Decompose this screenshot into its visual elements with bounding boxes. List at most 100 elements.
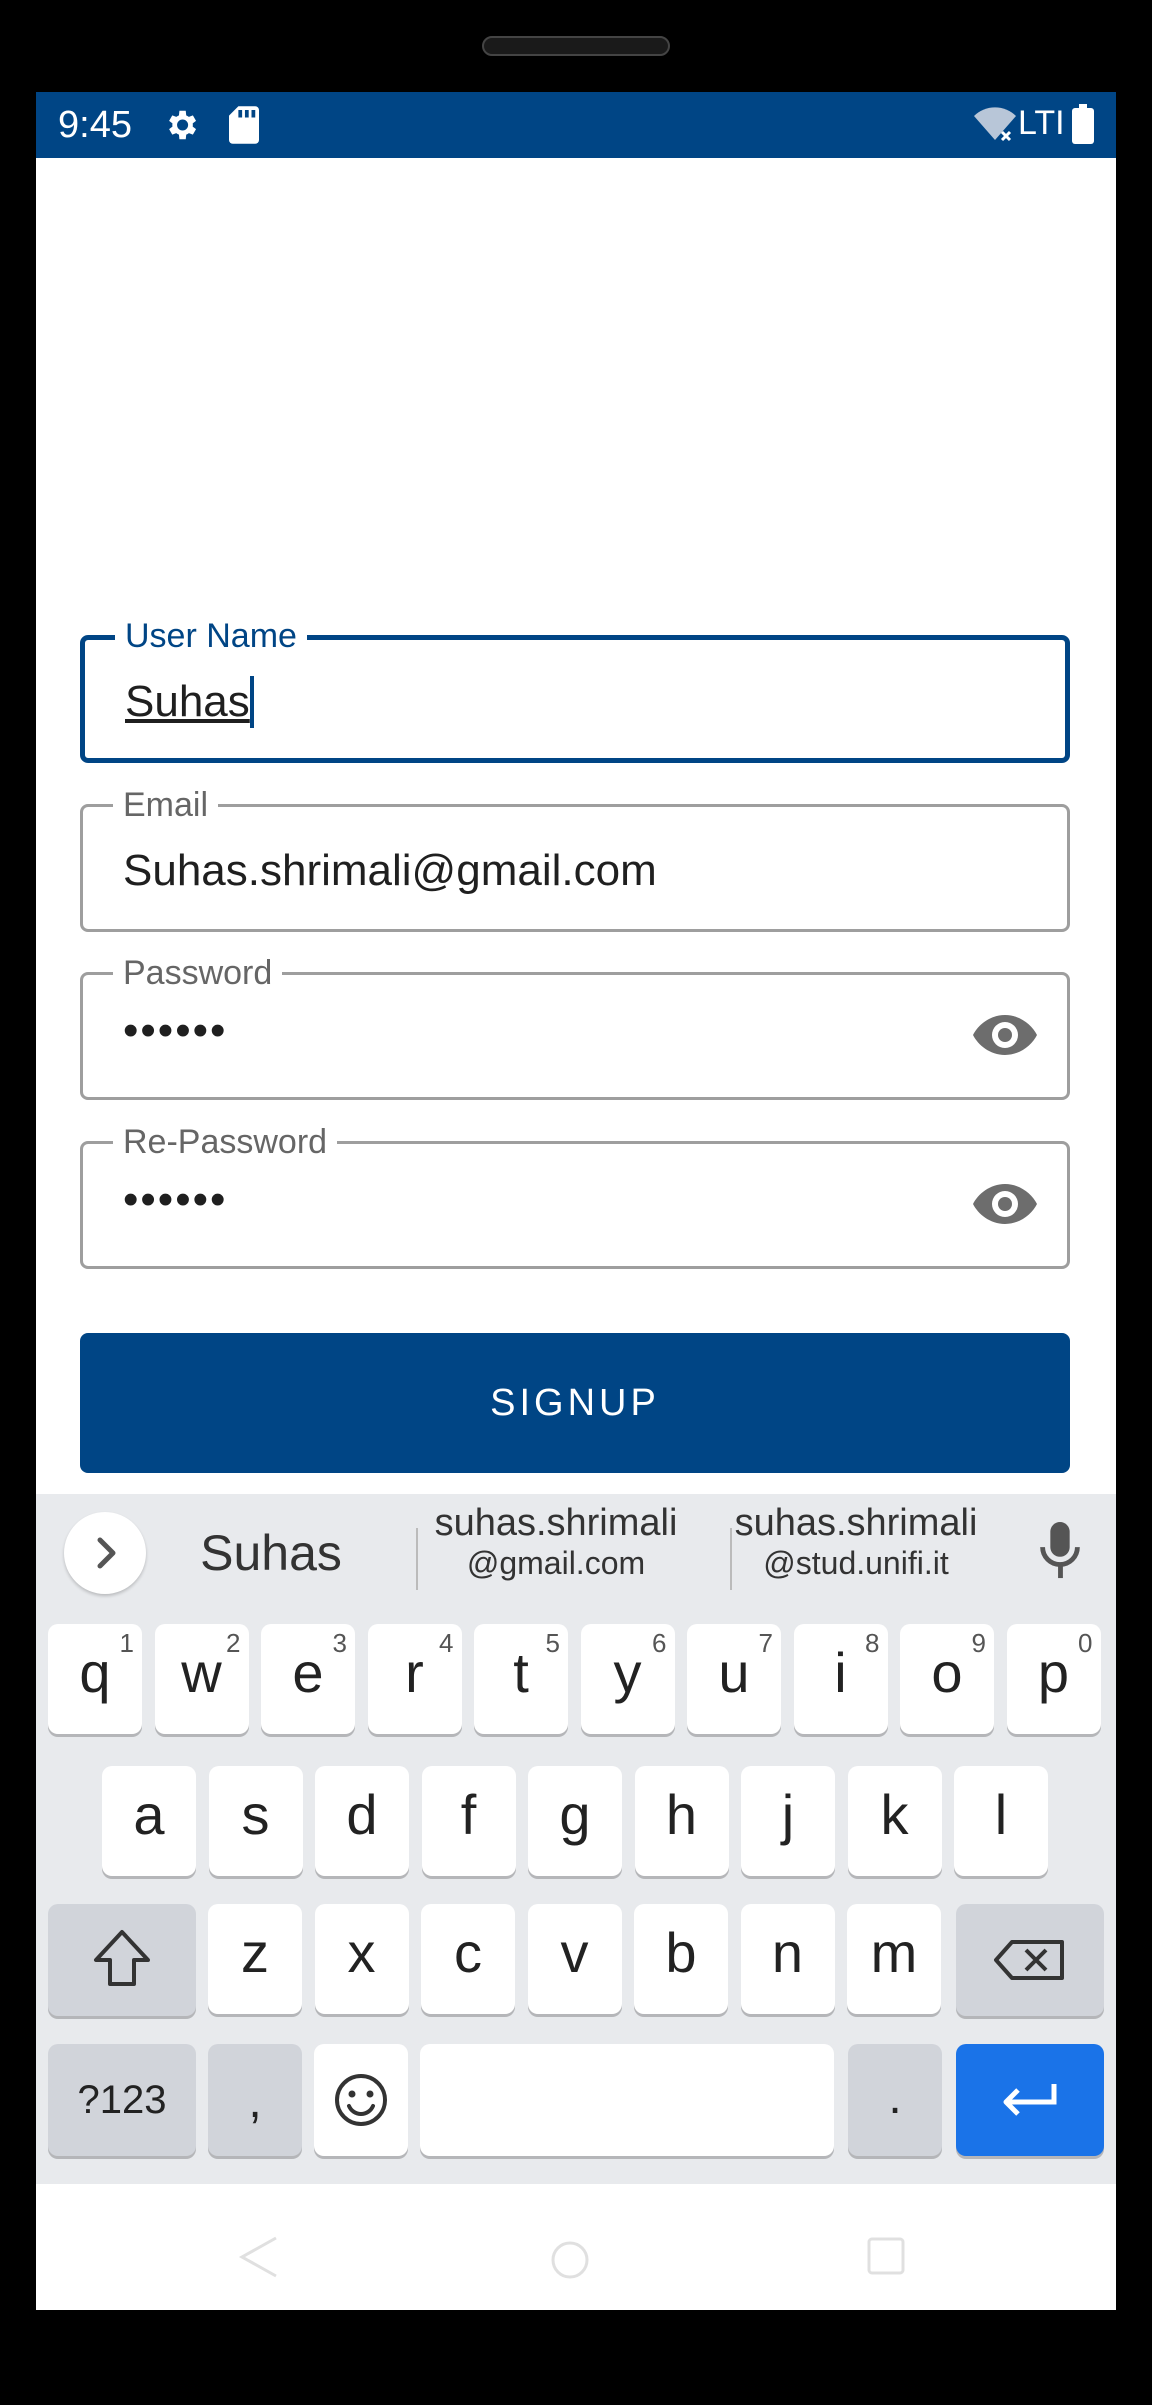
repassword-label: Re-Password [113, 1122, 338, 1162]
microphone-icon[interactable] [1036, 1522, 1084, 1580]
key-char: v [560, 1921, 589, 1984]
earpiece-speaker [482, 36, 670, 56]
email-field[interactable]: Email Suhas.shrimali@gmail.com [80, 785, 1070, 932]
key-char: a [133, 1783, 165, 1846]
key-g[interactable]: g [528, 1766, 622, 1876]
eye-icon[interactable] [973, 1180, 1037, 1228]
key-char: k [880, 1783, 909, 1846]
key-char: x [347, 1921, 376, 1984]
key-t[interactable]: t5 [474, 1624, 568, 1734]
battery-icon [1072, 104, 1094, 144]
key-hint: 8 [865, 1628, 880, 1658]
comma-key[interactable]: , [208, 2044, 302, 2156]
password-field[interactable]: Password •••••• [80, 953, 1070, 1100]
space-key[interactable] [420, 2044, 834, 2156]
home-icon[interactable] [550, 2240, 590, 2280]
key-q[interactable]: q1 [48, 1624, 142, 1734]
key-hint: 7 [758, 1628, 773, 1658]
period-label: . [888, 2071, 902, 2124]
suggestion-expand-button[interactable] [64, 1512, 146, 1594]
recent-apps-icon[interactable] [866, 2236, 906, 2276]
key-hint: 6 [652, 1628, 667, 1658]
enter-key[interactable] [956, 2044, 1104, 2156]
key-hint: 3 [332, 1628, 347, 1658]
key-char: b [665, 1921, 697, 1984]
key-k[interactable]: k [847, 1766, 942, 1876]
navigation-bar [36, 2184, 1116, 2310]
key-a[interactable]: a [102, 1766, 196, 1876]
username-label: User Name [115, 616, 307, 656]
key-char: z [241, 1921, 269, 1984]
key-char: d [346, 1783, 378, 1846]
username-input[interactable]: Suhas [125, 676, 254, 728]
key-z[interactable]: z [208, 1904, 302, 2014]
suggestion-2[interactable]: suhas.shrimali @gmail.com [416, 1502, 696, 1582]
network-label: LTI [1018, 104, 1065, 142]
enter-icon [1003, 2084, 1057, 2116]
backspace-key[interactable] [956, 1904, 1104, 2016]
status-time: 9:45 [58, 104, 132, 146]
key-i[interactable]: i8 [793, 1624, 888, 1734]
key-hint: 4 [439, 1628, 454, 1658]
email-value[interactable]: Suhas.shrimali@gmail.com [123, 845, 657, 897]
backspace-icon [994, 1940, 1064, 1980]
key-hint: 5 [545, 1628, 560, 1658]
suggestion-1[interactable]: Suhas [166, 1524, 376, 1582]
key-v[interactable]: v [527, 1904, 622, 2014]
screen: 9:45 LTI User Name Suhas Email Suhas.shr… [36, 92, 1116, 2310]
emoji-icon [335, 2074, 387, 2126]
key-r[interactable]: r4 [367, 1624, 462, 1734]
email-label: Email [113, 785, 219, 825]
suggestion-2-domain: @gmail.com [466, 1545, 646, 1581]
key-j[interactable]: j [741, 1766, 835, 1876]
key-char: g [559, 1783, 591, 1846]
symbols-key[interactable]: ?123 [48, 2044, 196, 2156]
symbols-label: ?123 [77, 2078, 167, 2122]
suggestion-3[interactable]: suhas.shrimali @stud.unifi.it [716, 1502, 996, 1582]
key-u[interactable]: u7 [687, 1624, 781, 1734]
key-l[interactable]: l [954, 1766, 1048, 1876]
key-p[interactable]: p0 [1006, 1624, 1101, 1734]
emoji-key[interactable] [314, 2044, 408, 2156]
suggestion-3-name: suhas.shrimali [734, 1502, 978, 1544]
repassword-field[interactable]: Re-Password •••••• [80, 1122, 1070, 1269]
key-c[interactable]: c [421, 1904, 515, 2014]
key-hint: 9 [971, 1628, 986, 1658]
key-x[interactable]: x [314, 1904, 409, 2014]
back-icon[interactable] [238, 2236, 278, 2278]
key-h[interactable]: h [634, 1766, 729, 1876]
key-char: n [771, 1921, 804, 1984]
password-value[interactable]: •••••• [123, 1005, 227, 1057]
key-char: s [241, 1783, 270, 1846]
key-w[interactable]: w2 [154, 1624, 249, 1734]
signup-button[interactable]: SIGNUP [80, 1333, 1070, 1473]
suggestion-2-name: suhas.shrimali [434, 1502, 678, 1544]
key-n[interactable]: n [740, 1904, 835, 2014]
key-d[interactable]: d [315, 1766, 409, 1876]
key-o[interactable]: o9 [900, 1624, 994, 1734]
chevron-right-icon [97, 1537, 116, 1569]
shift-key[interactable] [48, 1904, 196, 2016]
key-e[interactable]: e3 [261, 1624, 355, 1734]
key-char: j [781, 1783, 795, 1846]
key-char: h [665, 1783, 698, 1846]
repassword-value[interactable]: •••••• [123, 1174, 227, 1226]
key-char: c [454, 1921, 482, 1984]
key-hint: 1 [119, 1628, 134, 1658]
key-f[interactable]: f [421, 1766, 516, 1876]
eye-icon[interactable] [973, 1011, 1037, 1059]
wifi-off-icon [974, 107, 1016, 142]
gear-icon [169, 110, 197, 140]
key-m[interactable]: m [847, 1904, 941, 2014]
key-b[interactable]: b [634, 1904, 728, 2014]
key-s[interactable]: s [208, 1766, 303, 1876]
key-y[interactable]: y6 [580, 1624, 675, 1734]
key-hint: 0 [1078, 1628, 1093, 1658]
status-bar: 9:45 LTI [36, 92, 1116, 158]
text-caret [249, 676, 254, 728]
shift-icon [94, 1930, 150, 1986]
phone-frame: 9:45 LTI User Name Suhas Email Suhas.shr… [0, 0, 1152, 2405]
period-key[interactable]: . [848, 2044, 942, 2156]
sd-card-icon [229, 106, 259, 144]
username-field[interactable]: User Name Suhas [80, 616, 1070, 763]
